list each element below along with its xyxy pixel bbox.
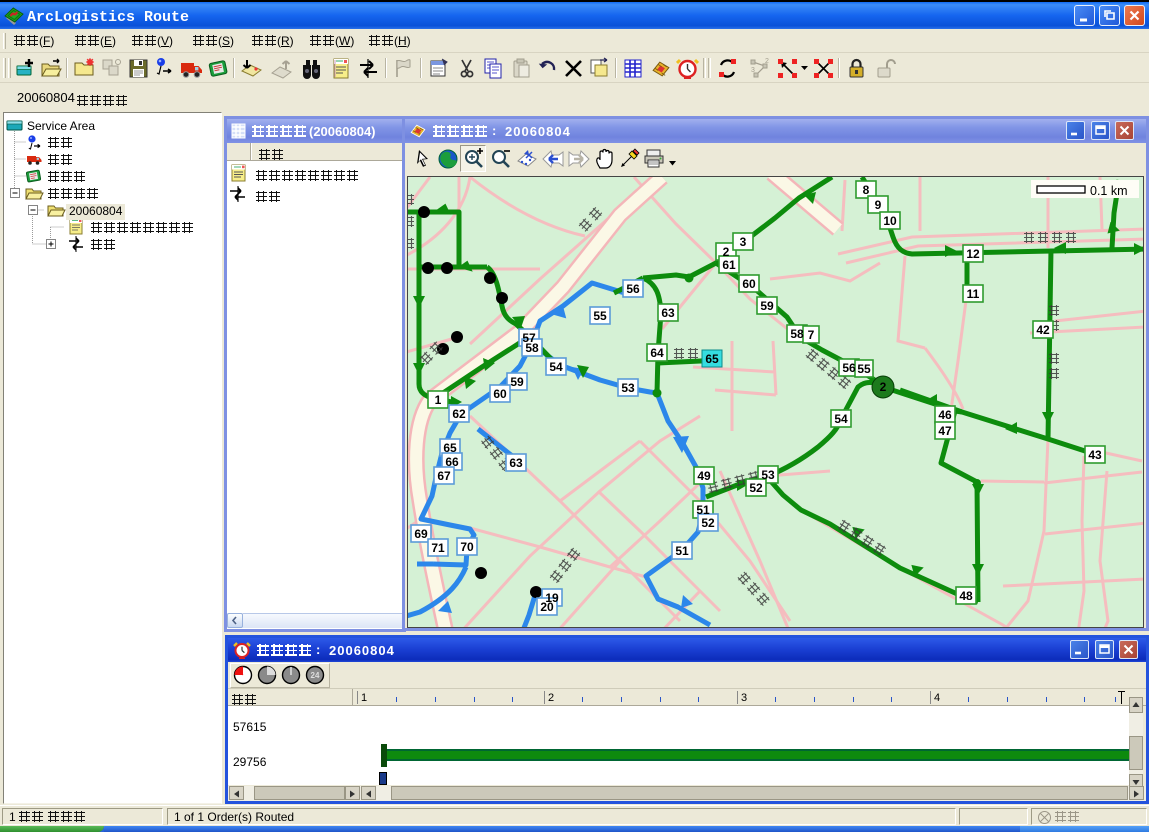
svg-text:3: 3 bbox=[751, 67, 755, 74]
svg-text:63: 63 bbox=[509, 456, 523, 470]
svg-text:54: 54 bbox=[834, 412, 848, 426]
svg-text:55: 55 bbox=[593, 309, 607, 323]
svg-text:51: 51 bbox=[675, 544, 689, 558]
svg-text:51: 51 bbox=[696, 503, 710, 517]
svg-text:49: 49 bbox=[697, 469, 711, 483]
svg-text:59: 59 bbox=[760, 299, 774, 313]
svg-text:65: 65 bbox=[443, 441, 457, 455]
svg-text:2: 2 bbox=[723, 245, 730, 259]
svg-text:69: 69 bbox=[414, 527, 428, 541]
svg-text:71: 71 bbox=[431, 541, 445, 555]
svg-text:60: 60 bbox=[742, 277, 756, 291]
svg-text:53: 53 bbox=[761, 468, 775, 482]
svg-text:1: 1 bbox=[361, 692, 367, 704]
svg-text:1: 1 bbox=[435, 393, 442, 407]
svg-text:65: 65 bbox=[705, 352, 719, 366]
svg-text:64: 64 bbox=[650, 346, 664, 360]
svg-text:4: 4 bbox=[934, 692, 940, 704]
svg-text:61: 61 bbox=[722, 258, 736, 272]
svg-text:55: 55 bbox=[857, 362, 871, 376]
svg-text:62: 62 bbox=[452, 407, 466, 421]
svg-text:48: 48 bbox=[959, 589, 973, 603]
svg-text:43: 43 bbox=[1088, 448, 1102, 462]
svg-text:59: 59 bbox=[510, 375, 524, 389]
svg-text:53: 53 bbox=[621, 381, 635, 395]
svg-text:24: 24 bbox=[311, 671, 320, 680]
svg-text:52: 52 bbox=[749, 481, 763, 495]
svg-text:67: 67 bbox=[437, 469, 451, 483]
svg-text:0.1 km: 0.1 km bbox=[1090, 184, 1128, 198]
svg-text:56: 56 bbox=[842, 361, 856, 375]
svg-text:66: 66 bbox=[445, 455, 459, 469]
svg-text:2: 2 bbox=[548, 692, 554, 704]
svg-text:2: 2 bbox=[765, 58, 769, 65]
svg-text:20: 20 bbox=[540, 600, 554, 614]
svg-text:47: 47 bbox=[938, 424, 952, 438]
svg-text:70: 70 bbox=[460, 540, 474, 554]
svg-text:58: 58 bbox=[525, 341, 539, 355]
svg-text:56: 56 bbox=[626, 282, 640, 296]
svg-text:46: 46 bbox=[938, 408, 952, 422]
svg-text:3: 3 bbox=[740, 235, 747, 249]
svg-text:60: 60 bbox=[493, 387, 507, 401]
svg-text:2: 2 bbox=[880, 380, 887, 394]
svg-text:63: 63 bbox=[661, 306, 675, 320]
svg-text:42: 42 bbox=[1036, 323, 1050, 337]
svg-text:7: 7 bbox=[808, 328, 815, 342]
svg-text:3: 3 bbox=[741, 692, 747, 704]
svg-text:58: 58 bbox=[790, 327, 804, 341]
svg-text:10: 10 bbox=[883, 214, 897, 228]
svg-text:8: 8 bbox=[863, 183, 870, 197]
svg-text:52: 52 bbox=[701, 516, 715, 530]
svg-text:9: 9 bbox=[875, 198, 882, 212]
svg-text:12: 12 bbox=[966, 247, 980, 261]
svg-text:54: 54 bbox=[549, 360, 563, 374]
svg-text:11: 11 bbox=[967, 287, 980, 301]
